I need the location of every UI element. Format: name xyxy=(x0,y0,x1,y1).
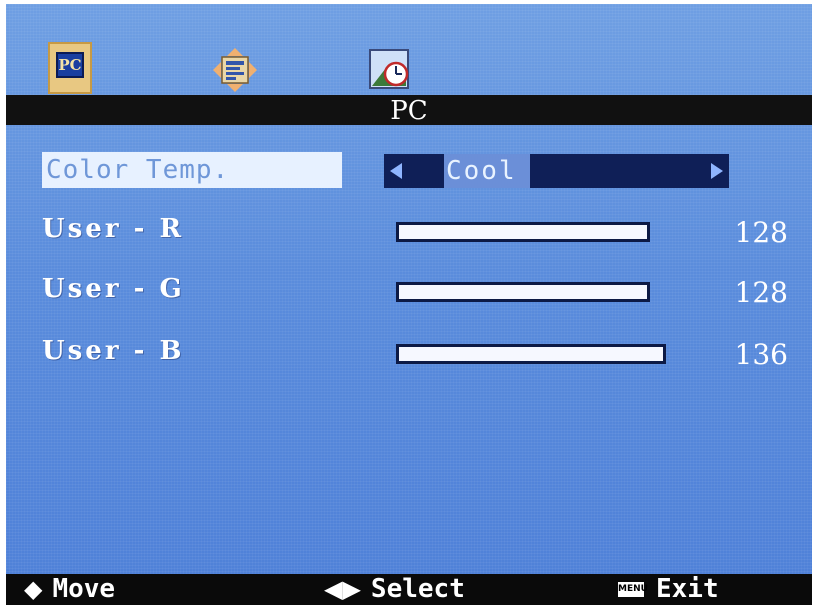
hint-select: ◀▶ Select xyxy=(324,574,465,605)
arrow-right-icon[interactable] xyxy=(711,163,723,179)
color-temp-selector[interactable]: Cool xyxy=(384,154,729,188)
tab-pc[interactable]: PC xyxy=(48,42,92,94)
menu-key-icon: MENU xyxy=(618,582,648,597)
user-r-label[interactable]: User - R xyxy=(42,214,184,244)
hint-exit-label: Exit xyxy=(656,574,719,604)
setup-icon xyxy=(213,48,257,92)
user-g-value: 128 xyxy=(734,276,788,309)
osd-screen: PC PC Color Temp. Cool User - R 128 User… xyxy=(6,4,812,605)
tab-time[interactable] xyxy=(366,46,410,98)
hint-move-label: Move xyxy=(52,574,116,604)
user-b-slider-fill xyxy=(396,344,666,364)
hint-exit: MENU Exit xyxy=(618,574,719,605)
user-r-slider[interactable] xyxy=(396,222,666,242)
color-temp-label[interactable]: Color Temp. xyxy=(42,152,342,188)
user-b-slider[interactable] xyxy=(396,344,666,364)
left-right-arrow-icon: ◀▶ xyxy=(324,575,361,603)
color-temp-value: Cool xyxy=(444,154,530,188)
tab-setup[interactable] xyxy=(211,46,257,98)
hint-bar: ◆ Move ◀▶ Select MENU Exit xyxy=(6,574,812,605)
user-g-slider-fill xyxy=(396,282,650,302)
pc-icon: PC xyxy=(56,52,84,78)
hint-move: ◆ Move xyxy=(24,574,115,605)
user-g-slider[interactable] xyxy=(396,282,666,302)
user-b-label[interactable]: User - B xyxy=(42,336,184,366)
hint-select-label: Select xyxy=(370,574,465,604)
user-r-slider-fill xyxy=(396,222,650,242)
clock-icon xyxy=(369,49,409,89)
user-r-value: 128 xyxy=(734,216,788,249)
user-b-value: 136 xyxy=(734,338,788,371)
page-title: PC xyxy=(6,95,812,126)
up-down-arrow-icon: ◆ xyxy=(24,575,43,603)
arrow-left-icon[interactable] xyxy=(390,163,402,179)
user-g-label[interactable]: User - G xyxy=(42,274,185,304)
